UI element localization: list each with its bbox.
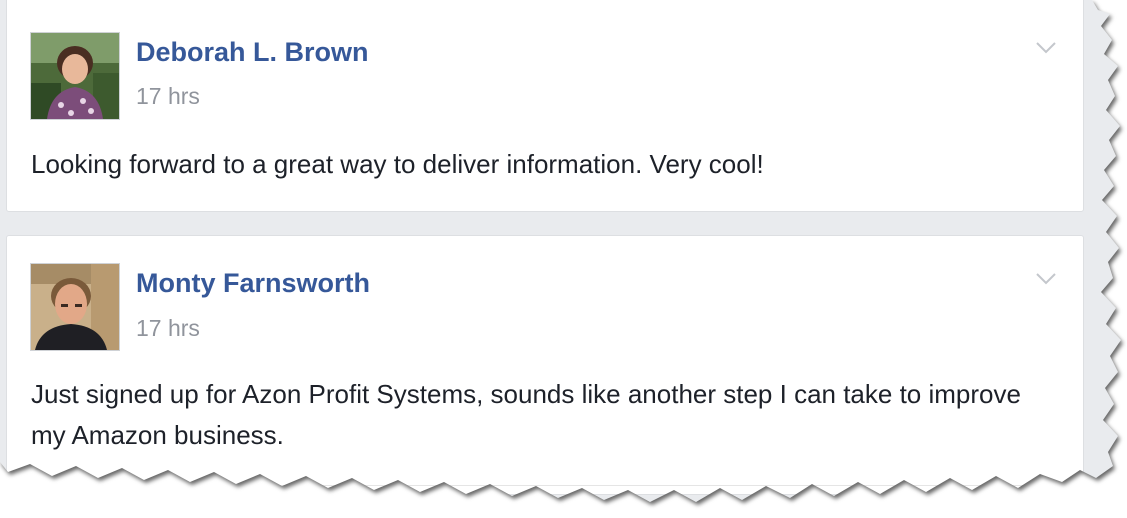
profile-photo-icon: [31, 33, 119, 119]
screenshot-stage: Deborah L. Brown 17 hrs Looking forward …: [0, 0, 1127, 518]
torn-paper-shadow: Deborah L. Brown 17 hrs Looking forward …: [0, 0, 1127, 518]
timestamp-link[interactable]: 17 hrs: [136, 83, 200, 110]
avatar[interactable]: [30, 263, 120, 351]
comment-text: Just signed up for Azon Profit Systems, …: [31, 379, 1021, 450]
avatar[interactable]: [30, 32, 120, 120]
comment-card: Monty Farnsworth 17 hrs Just signed up f…: [6, 235, 1084, 495]
author-name-link[interactable]: Deborah L. Brown: [136, 37, 369, 68]
comment-feed: Deborah L. Brown 17 hrs Looking forward …: [0, 0, 1121, 502]
author-name-link[interactable]: Monty Farnsworth: [136, 268, 370, 299]
chevron-down-icon[interactable]: [1035, 41, 1057, 55]
timestamp-link[interactable]: 17 hrs: [136, 315, 200, 342]
chevron-down-icon[interactable]: [1035, 272, 1057, 286]
profile-photo-icon: [31, 264, 119, 350]
divider: [31, 485, 1059, 486]
comment-text: Looking forward to a great way to delive…: [31, 149, 764, 179]
comment-card: Deborah L. Brown 17 hrs Looking forward …: [6, 0, 1084, 212]
